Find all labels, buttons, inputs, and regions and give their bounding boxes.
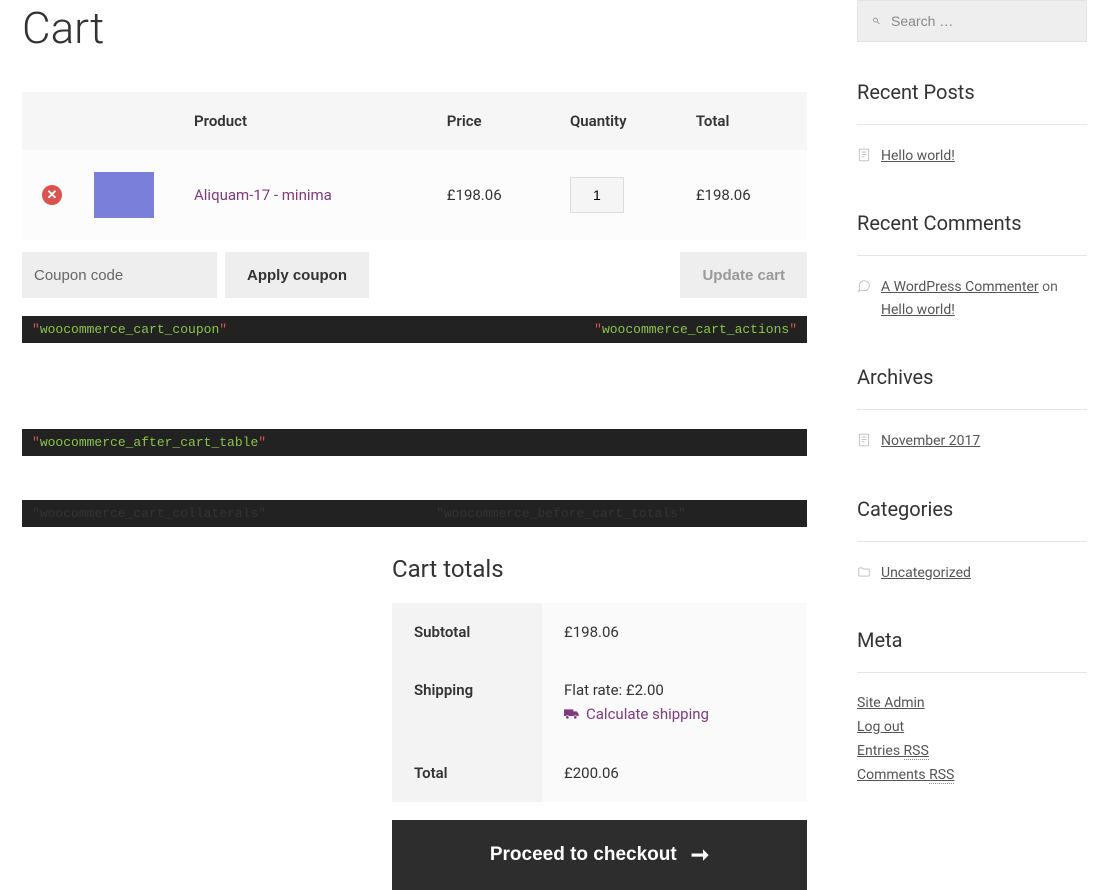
subtotal-label: Subtotal bbox=[392, 603, 542, 661]
recent-post-link[interactable]: Hello world! bbox=[881, 145, 955, 167]
cart-totals-table: Subtotal £198.06 Shipping Flat rate: £2.… bbox=[392, 603, 807, 802]
archive-link[interactable]: November 2017 bbox=[881, 430, 980, 452]
cart-table: Product Price Quantity Total ✕ Aliquam-1… bbox=[22, 92, 807, 240]
category-link[interactable]: Uncategorized bbox=[881, 562, 971, 584]
coupon-input[interactable] bbox=[22, 252, 217, 298]
comment-icon bbox=[857, 279, 871, 293]
categories-heading: Categories bbox=[857, 497, 1087, 542]
col-quantity: Quantity bbox=[558, 92, 684, 150]
proceed-to-checkout-button[interactable]: Proceed to checkout ➞ bbox=[392, 820, 807, 890]
col-total: Total bbox=[684, 92, 807, 150]
comment-author-link[interactable]: A WordPress Commenter bbox=[881, 279, 1039, 295]
page-title: Cart bbox=[22, 2, 807, 54]
subtotal-value: £198.06 bbox=[542, 603, 807, 661]
shipping-value: Flat rate: £2.00 bbox=[564, 681, 785, 699]
search-box[interactable] bbox=[857, 0, 1087, 42]
search-icon bbox=[872, 14, 881, 28]
logout-link[interactable]: Log out bbox=[857, 719, 904, 735]
truck-icon bbox=[564, 708, 580, 720]
folder-icon bbox=[857, 565, 871, 579]
comment-on-text: on bbox=[1039, 279, 1058, 295]
document-icon bbox=[857, 148, 871, 162]
remove-item-button[interactable]: ✕ bbox=[42, 185, 62, 205]
apply-coupon-button[interactable]: Apply coupon bbox=[225, 252, 369, 298]
product-thumbnail[interactable] bbox=[94, 172, 154, 218]
calculate-shipping-link[interactable]: Calculate shipping bbox=[564, 705, 709, 723]
entries-rss-link[interactable]: Entries RSS bbox=[857, 743, 929, 760]
item-price: £198.06 bbox=[435, 150, 558, 240]
shipping-label: Shipping bbox=[392, 661, 542, 744]
hook-bar: "woocommerce_cart_coupon" "woocommerce_c… bbox=[22, 316, 807, 343]
comment-post-link[interactable]: Hello world! bbox=[881, 302, 955, 318]
hook-bar: "woocommerce_cart_collaterals" "woocomme… bbox=[22, 500, 807, 527]
cart-actions-row: Apply coupon Update cart bbox=[22, 240, 807, 310]
archives-heading: Archives bbox=[857, 365, 1087, 410]
recent-comments-heading: Recent Comments bbox=[857, 211, 1087, 256]
total-value: £200.06 bbox=[542, 744, 807, 802]
site-admin-link[interactable]: Site Admin bbox=[857, 695, 925, 711]
col-price: Price bbox=[435, 92, 558, 150]
search-input[interactable] bbox=[891, 13, 1072, 29]
cart-totals-heading: Cart totals bbox=[392, 555, 807, 583]
document-icon bbox=[857, 433, 871, 447]
item-total: £198.06 bbox=[684, 150, 807, 240]
quantity-input[interactable] bbox=[570, 177, 624, 213]
col-product: Product bbox=[182, 92, 435, 150]
hook-bar: "woocommerce_after_cart_table" bbox=[22, 429, 807, 456]
table-row: ✕ Aliquam-17 - minima £198.06 £198.06 bbox=[22, 150, 807, 240]
product-link[interactable]: Aliquam-17 - minima bbox=[194, 186, 332, 204]
recent-posts-heading: Recent Posts bbox=[857, 80, 1087, 125]
comments-rss-link[interactable]: Comments RSS bbox=[857, 767, 954, 784]
meta-heading: Meta bbox=[857, 628, 1087, 673]
total-label: Total bbox=[392, 744, 542, 802]
update-cart-button[interactable]: Update cart bbox=[680, 252, 807, 298]
